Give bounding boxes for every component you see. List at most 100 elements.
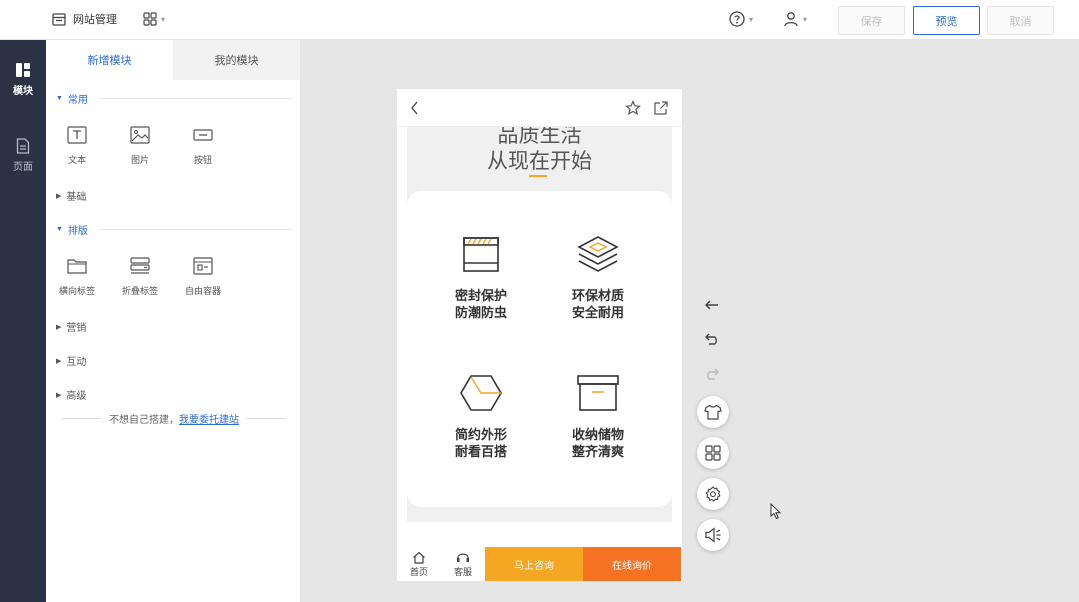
cancel-button[interactable]: 取消 — [987, 6, 1054, 35]
modules-icon — [16, 62, 30, 77]
feature-text: 环保材质 安全耐用 — [572, 287, 624, 321]
delegate-build-link[interactable]: 我要委托建站 — [179, 415, 239, 426]
text-icon — [67, 126, 87, 144]
module-image[interactable]: 图片 — [109, 126, 171, 166]
section-basic-label: 基础 — [66, 192, 87, 203]
apps-menu[interactable]: ▾ — [143, 12, 165, 26]
section-marketing[interactable]: ▶ 营销 — [56, 319, 86, 334]
module-horizontal-tabs[interactable]: 横向标签 — [46, 257, 108, 297]
mouse-cursor-icon — [770, 503, 782, 520]
section-marketing-label: 营销 — [66, 323, 87, 334]
feature-item: 环保材质 安全耐用 — [538, 235, 658, 321]
section-common[interactable]: ▼ 常用 — [56, 91, 292, 106]
module-button[interactable]: 按钮 — [172, 126, 234, 166]
site-management-menu[interactable]: 网站管理 — [52, 11, 117, 27]
gear-icon — [705, 486, 721, 502]
module-text[interactable]: 文本 — [46, 126, 108, 166]
section-layout[interactable]: ▼ 排版 — [56, 222, 292, 237]
save-button[interactable]: 保存 — [838, 6, 905, 35]
consult-now-button[interactable]: 马上咨询 — [485, 547, 583, 581]
online-inquiry-button[interactable]: 在线询价 — [583, 547, 681, 581]
feature-line-1: 简约外形 — [454, 427, 507, 442]
chevron-down-icon: ▾ — [161, 14, 166, 24]
accordion-icon — [130, 257, 150, 274]
box-sealed-icon — [463, 237, 499, 272]
section-advanced[interactable]: ▶ 高级 — [56, 387, 86, 402]
divider — [247, 418, 286, 419]
bottom-home-label: 首页 — [409, 566, 428, 577]
feature-line-2: 安全耐用 — [571, 305, 624, 320]
divider — [98, 229, 292, 230]
layers-icon — [577, 236, 619, 272]
delegate-prompt: 不想自己搭建， — [109, 415, 179, 426]
feature-line-1: 收纳储物 — [571, 427, 624, 442]
arrow-left-icon[interactable] — [704, 298, 720, 312]
feature-text: 简约外形 耐看百搭 — [455, 426, 507, 460]
divider — [98, 98, 292, 99]
module-collapse-tabs-label: 折叠标签 — [121, 286, 158, 296]
button-icon — [193, 129, 213, 141]
triangle-right-icon: ▶ — [56, 323, 62, 331]
module-panel: 新增模块 我的模块 ▼ 常用 文本 图片 按钮 ▶ 基础 ▼ 排版 横向标签 折… — [46, 40, 300, 602]
triangle-down-icon: ▼ — [56, 95, 63, 102]
redo-icon[interactable] — [704, 367, 720, 381]
nav-label-modules: 模块 — [13, 85, 33, 97]
top-bar: 网站管理 ▾ ▾ ▾ 保存 预览 取消 — [0, 0, 1079, 40]
user-icon — [784, 12, 798, 27]
section-common-label: 常用 — [67, 95, 88, 106]
phone-bottom-bar: 首页 客服 马上咨询 在线询价 — [397, 547, 682, 581]
folder-tabs-icon — [67, 259, 87, 274]
module-free-container-label: 自由容器 — [184, 286, 221, 296]
tab-my-modules[interactable]: 我的模块 — [173, 40, 300, 80]
delegate-build-row: 不想自己搭建，我要委托建站 — [62, 411, 286, 426]
feature-item: 密封保护 防潮防虫 — [421, 235, 541, 321]
phone-content: 品质生活 从现在开始 密封保护 防潮防虫 环保材质 安全耐用 简约外形 耐看百搭 收纳… — [407, 127, 672, 522]
modules-overview-button[interactable] — [697, 437, 729, 469]
undo-icon[interactable] — [704, 332, 720, 346]
star-icon[interactable] — [625, 100, 641, 116]
section-interaction-label: 互动 — [66, 357, 87, 368]
triangle-right-icon: ▶ — [56, 357, 62, 365]
feature-line-2: 整齐清爽 — [571, 444, 624, 459]
share-icon[interactable] — [653, 100, 669, 116]
chevron-down-icon: ▾ — [749, 14, 754, 24]
section-advanced-label: 高级 — [66, 391, 87, 402]
preview-button[interactable]: 预览 — [913, 6, 980, 35]
module-tabs: 新增模块 我的模块 — [46, 40, 300, 80]
feature-text: 密封保护 防潮防虫 — [455, 287, 507, 321]
storage-box-icon — [577, 375, 619, 411]
theme-style-button[interactable] — [697, 396, 729, 428]
headset-icon — [457, 553, 469, 562]
module-collapse-tabs[interactable]: 折叠标签 — [109, 257, 171, 297]
bottom-service[interactable]: 客服 — [441, 547, 485, 581]
triangle-down-icon: ▼ — [56, 226, 63, 233]
module-image-label: 图片 — [130, 155, 149, 165]
triangle-right-icon: ▶ — [56, 391, 62, 399]
user-menu[interactable]: ▾ — [783, 11, 807, 27]
tab-add-module[interactable]: 新增模块 — [46, 40, 173, 80]
triangle-right-icon: ▶ — [56, 192, 62, 200]
features-card: 密封保护 防潮防虫 环保材质 安全耐用 简约外形耐看百搭 收纳储物整齐清爽 — [407, 191, 672, 507]
feature-line-2: 耐看百搭 — [454, 444, 507, 459]
speaker-icon — [705, 527, 721, 543]
nav-item-pages[interactable]: 页面 — [0, 124, 46, 186]
delegate-text: 不想自己搭建，我要委托建站 — [109, 411, 239, 426]
music-sound-button[interactable] — [697, 519, 729, 551]
chevron-down-icon: ▾ — [803, 14, 808, 24]
help-menu[interactable]: ▾ — [729, 11, 753, 27]
module-text-label: 文本 — [67, 155, 86, 165]
home-icon — [413, 551, 425, 564]
module-free-container[interactable]: 自由容器 — [172, 257, 234, 297]
settings-button[interactable] — [697, 478, 729, 510]
phone-header — [397, 89, 682, 127]
image-icon — [130, 126, 150, 144]
page-icon — [16, 137, 30, 154]
accent-bar — [529, 175, 547, 177]
site-management-label: 网站管理 — [73, 14, 117, 26]
nav-item-modules[interactable]: 模块 — [0, 48, 46, 110]
back-arrow-icon[interactable] — [409, 100, 421, 116]
section-basic[interactable]: ▶ 基础 — [56, 188, 86, 203]
section-interaction[interactable]: ▶ 互动 — [56, 353, 86, 368]
bottom-home[interactable]: 首页 — [397, 547, 441, 581]
section-layout-label: 排版 — [67, 226, 88, 237]
